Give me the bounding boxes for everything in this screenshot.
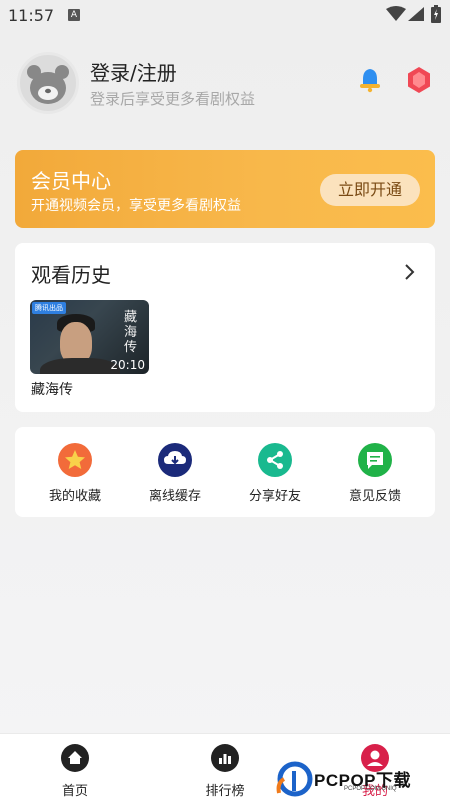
poster-figure-body [40, 358, 120, 374]
wifi-icon [386, 6, 406, 21]
vip-subtitle: 开通视频会员，享受更多看剧权益 [31, 198, 241, 214]
home-icon [61, 744, 89, 772]
vip-center-card[interactable]: 会员中心 开通视频会员，享受更多看剧权益 立即开通 [15, 150, 435, 228]
nav-ranking[interactable]: 排行榜 [185, 744, 265, 799]
poster-title-text: 藏海传 [124, 310, 138, 355]
chevron-right-icon[interactable] [403, 263, 417, 281]
notification-a-icon: A [68, 9, 80, 21]
share-friends-label: 分享好友 [248, 489, 301, 504]
watermark-logo-icon [276, 761, 313, 797]
status-bar: 11:57 A [0, 0, 450, 32]
watch-history-title: 观看历史 [31, 263, 111, 287]
share-icon [258, 443, 292, 477]
nav-home-label: 首页 [61, 784, 88, 799]
gem-icon[interactable] [405, 66, 433, 94]
notification-bell-icon[interactable] [357, 67, 383, 93]
signal-icon [408, 7, 424, 21]
star-icon [58, 443, 92, 477]
ranking-icon [211, 744, 239, 772]
share-friends-button[interactable]: 分享好友 [225, 443, 325, 504]
offline-cache-label: 离线缓存 [148, 489, 201, 504]
login-subtitle: 登录后享受更多看剧权益 [90, 90, 256, 108]
feedback-label: 意见反馈 [348, 489, 401, 504]
bear-avatar-icon [27, 65, 69, 104]
video-badge: 腾讯出品 [32, 302, 66, 314]
open-vip-button[interactable]: 立即开通 [320, 174, 420, 206]
offline-cache-button[interactable]: 离线缓存 [125, 443, 225, 504]
nav-ranking-label: 排行榜 [205, 784, 245, 799]
nav-home[interactable]: 首页 [35, 744, 115, 799]
feedback-button[interactable]: 意见反馈 [325, 443, 425, 504]
video-duration: 20:10 [110, 358, 145, 372]
tools-card: 我的收藏 离线缓存 分享好友 意见反馈 [15, 427, 435, 517]
watermark-url: PCPOP.COM.UNIQ [344, 786, 397, 792]
feedback-icon [358, 443, 392, 477]
login-register-link[interactable]: 登录/注册 [90, 57, 177, 86]
video-thumbnail[interactable]: 腾讯出品 藏海传 20:10 [30, 300, 149, 374]
status-time: 11:57 [8, 6, 55, 25]
download-cloud-icon [158, 443, 192, 477]
video-title[interactable]: 藏海传 [31, 379, 73, 399]
watch-history-card: 观看历史 腾讯出品 藏海传 20:10 藏海传 [15, 243, 435, 412]
favorites-button[interactable]: 我的收藏 [25, 443, 125, 504]
favorites-label: 我的收藏 [48, 489, 101, 504]
battery-icon [431, 5, 441, 23]
avatar[interactable] [17, 52, 79, 114]
vip-title: 会员中心 [31, 169, 111, 193]
pcpop-watermark: PCPOP下载 PCPOP.COM.UNIQ [272, 758, 450, 801]
